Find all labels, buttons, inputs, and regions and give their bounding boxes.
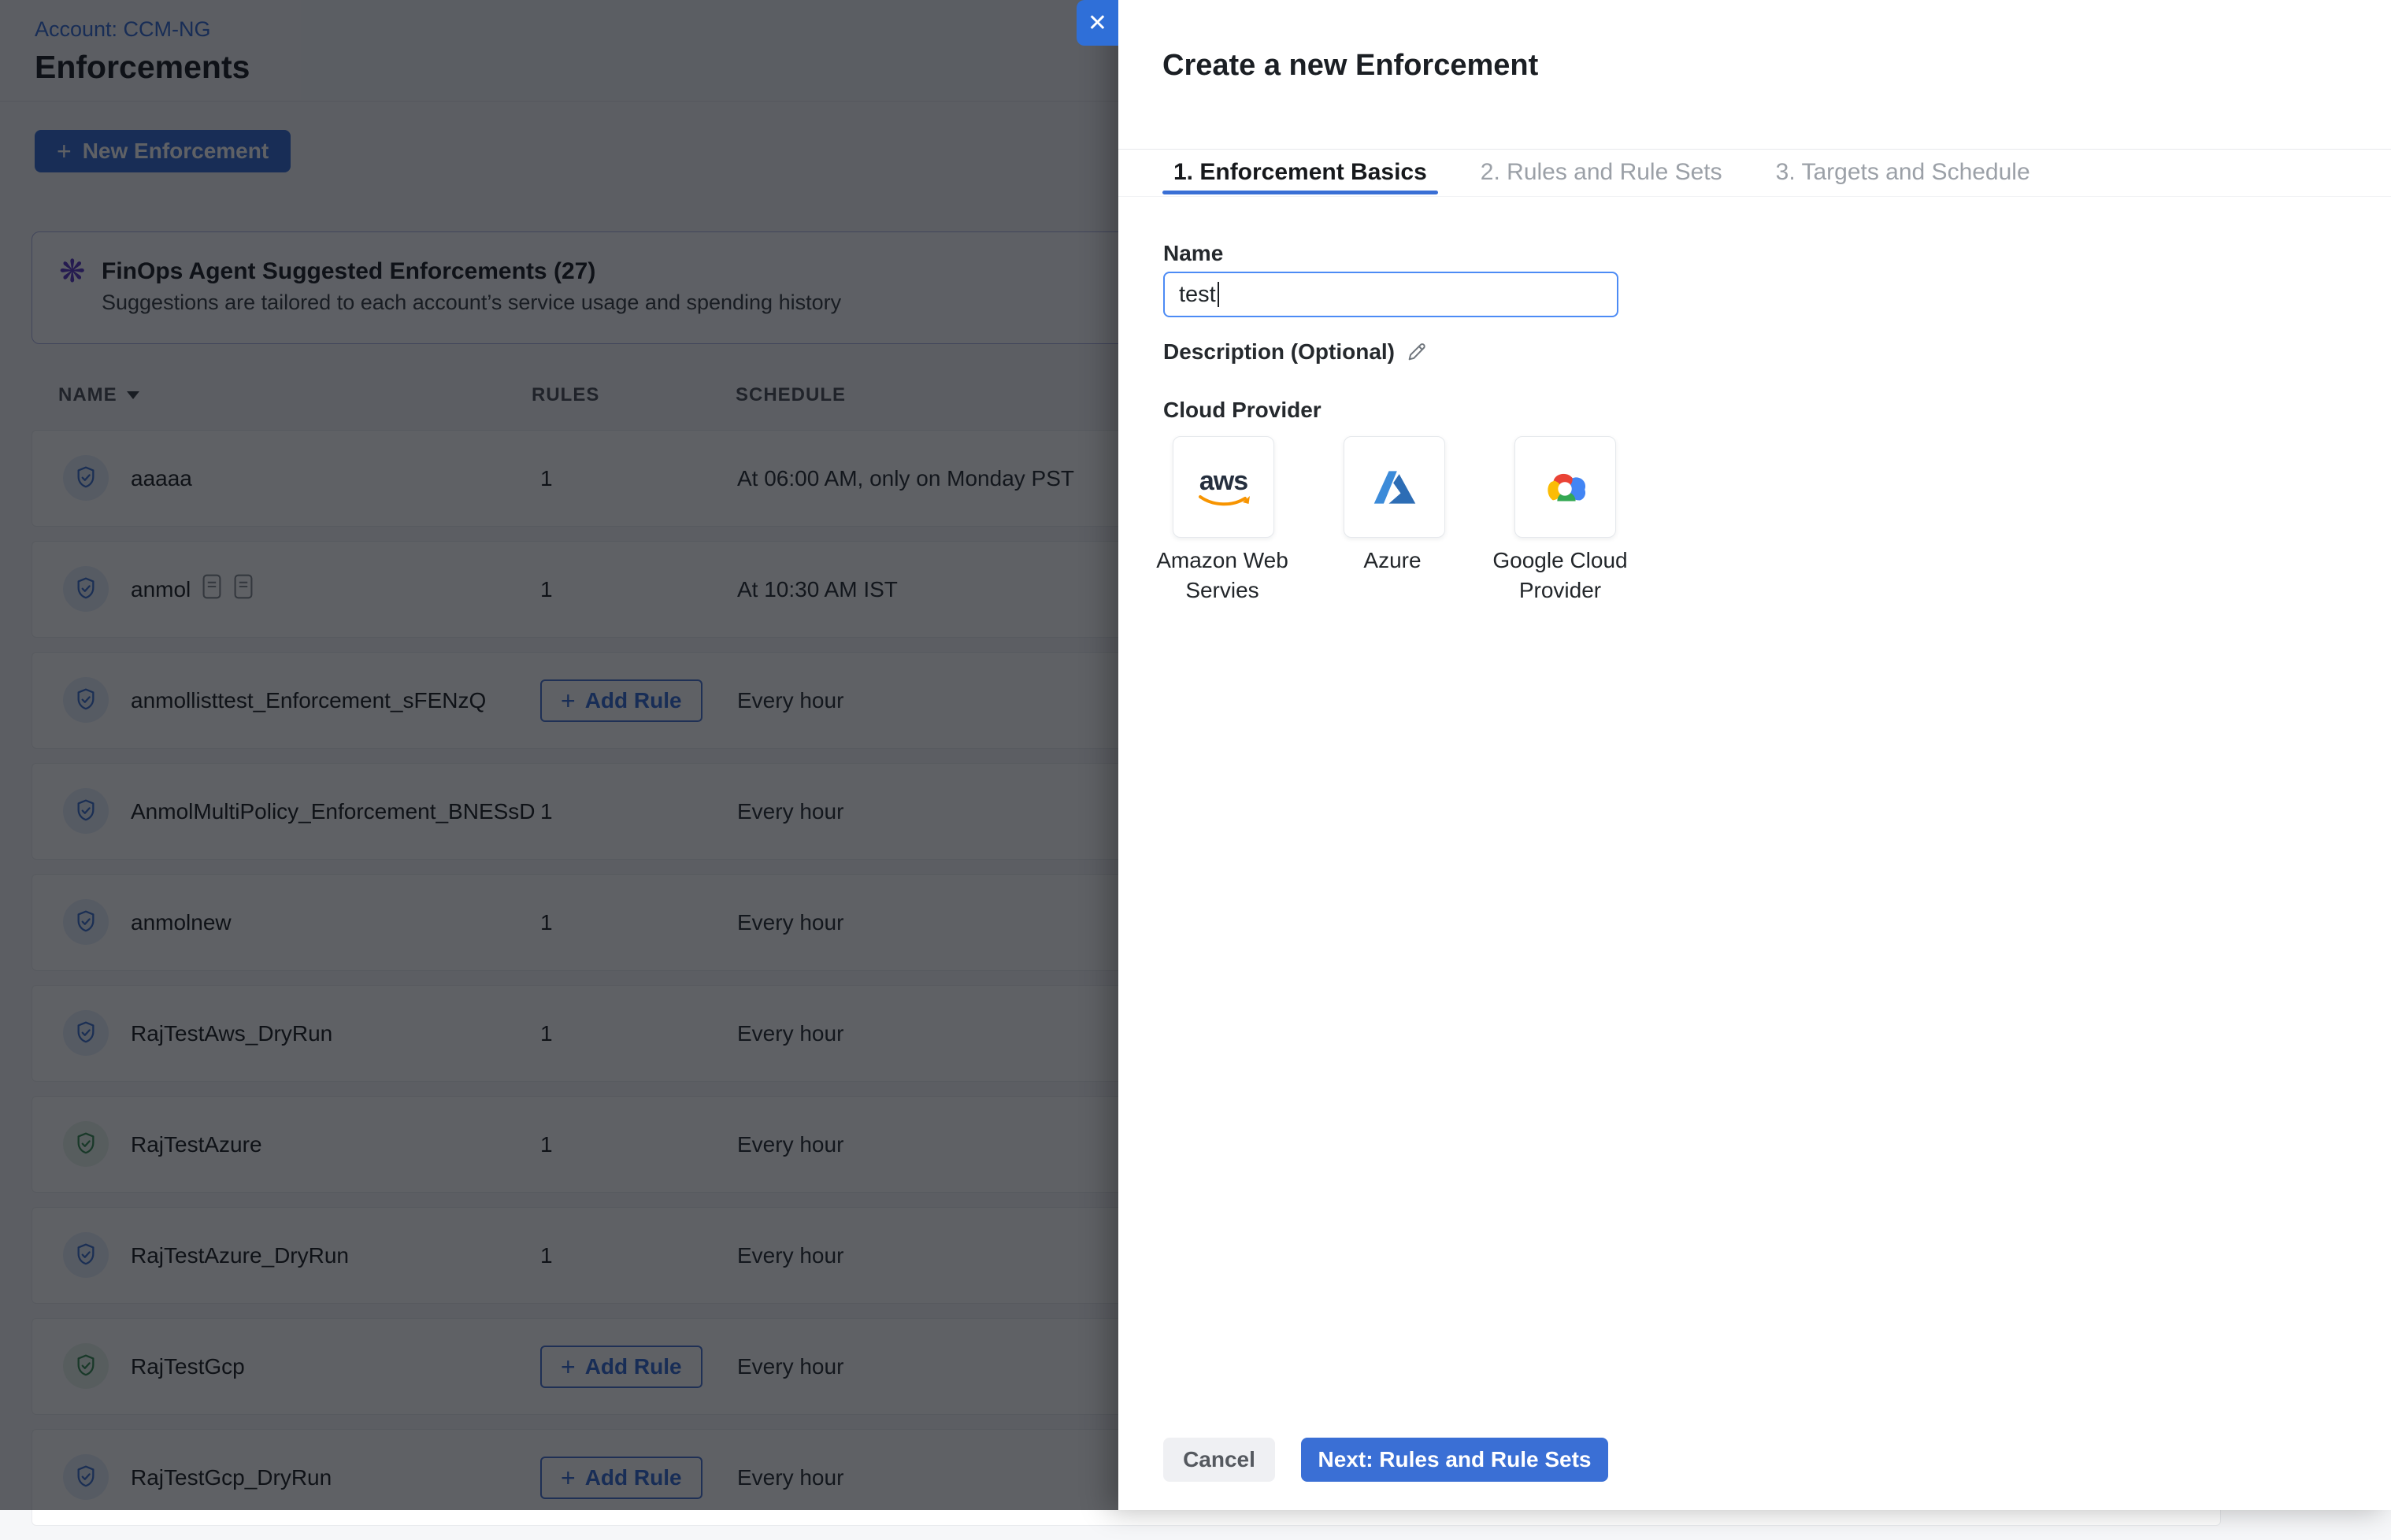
description-label-text: Description (Optional) — [1163, 339, 1395, 365]
edit-description-button[interactable] — [1406, 341, 1428, 363]
tabs-bottom-hairline — [1118, 196, 2391, 197]
description-label: Description (Optional) — [1163, 339, 1428, 365]
provider-card-azure[interactable] — [1344, 436, 1445, 538]
cloud-provider-label: Cloud Provider — [1163, 398, 1322, 423]
create-enforcement-drawer: ✕ Create a new Enforcement 1. Enforcemen… — [1118, 0, 2391, 1510]
wizard-tabs: 1. Enforcement Basics 2. Rules and Rule … — [1162, 150, 2041, 194]
cloud-provider-cards: aws — [1173, 436, 1616, 538]
provider-card-aws[interactable]: aws — [1173, 436, 1274, 538]
tab-enforcement-basics[interactable]: 1. Enforcement Basics — [1162, 150, 1438, 194]
name-input[interactable]: test — [1163, 272, 1618, 317]
drawer-title: Create a new Enforcement — [1162, 49, 1538, 83]
provider-label-aws: Amazon Web Servies — [1136, 546, 1309, 605]
provider-label-azure: Azure — [1306, 546, 1479, 576]
tab-rules-and-rule-sets[interactable]: 2. Rules and Rule Sets — [1470, 150, 1733, 194]
provider-label-gcp: Google Cloud Provider — [1474, 546, 1647, 605]
gcp-logo-icon — [1541, 468, 1590, 506]
cancel-button[interactable]: Cancel — [1163, 1438, 1275, 1482]
name-input-value: test — [1179, 282, 1216, 308]
azure-logo-icon — [1371, 465, 1418, 509]
name-label: Name — [1163, 241, 1223, 266]
next-button[interactable]: Next: Rules and Rule Sets — [1301, 1438, 1608, 1482]
text-cursor — [1218, 282, 1219, 307]
close-drawer-button[interactable]: ✕ — [1077, 0, 1118, 46]
aws-logo-icon: aws — [1198, 468, 1250, 507]
pencil-icon — [1406, 341, 1428, 363]
provider-card-gcp[interactable] — [1514, 436, 1616, 538]
close-icon: ✕ — [1088, 9, 1107, 37]
tab-targets-and-schedule[interactable]: 3. Targets and Schedule — [1765, 150, 2041, 194]
